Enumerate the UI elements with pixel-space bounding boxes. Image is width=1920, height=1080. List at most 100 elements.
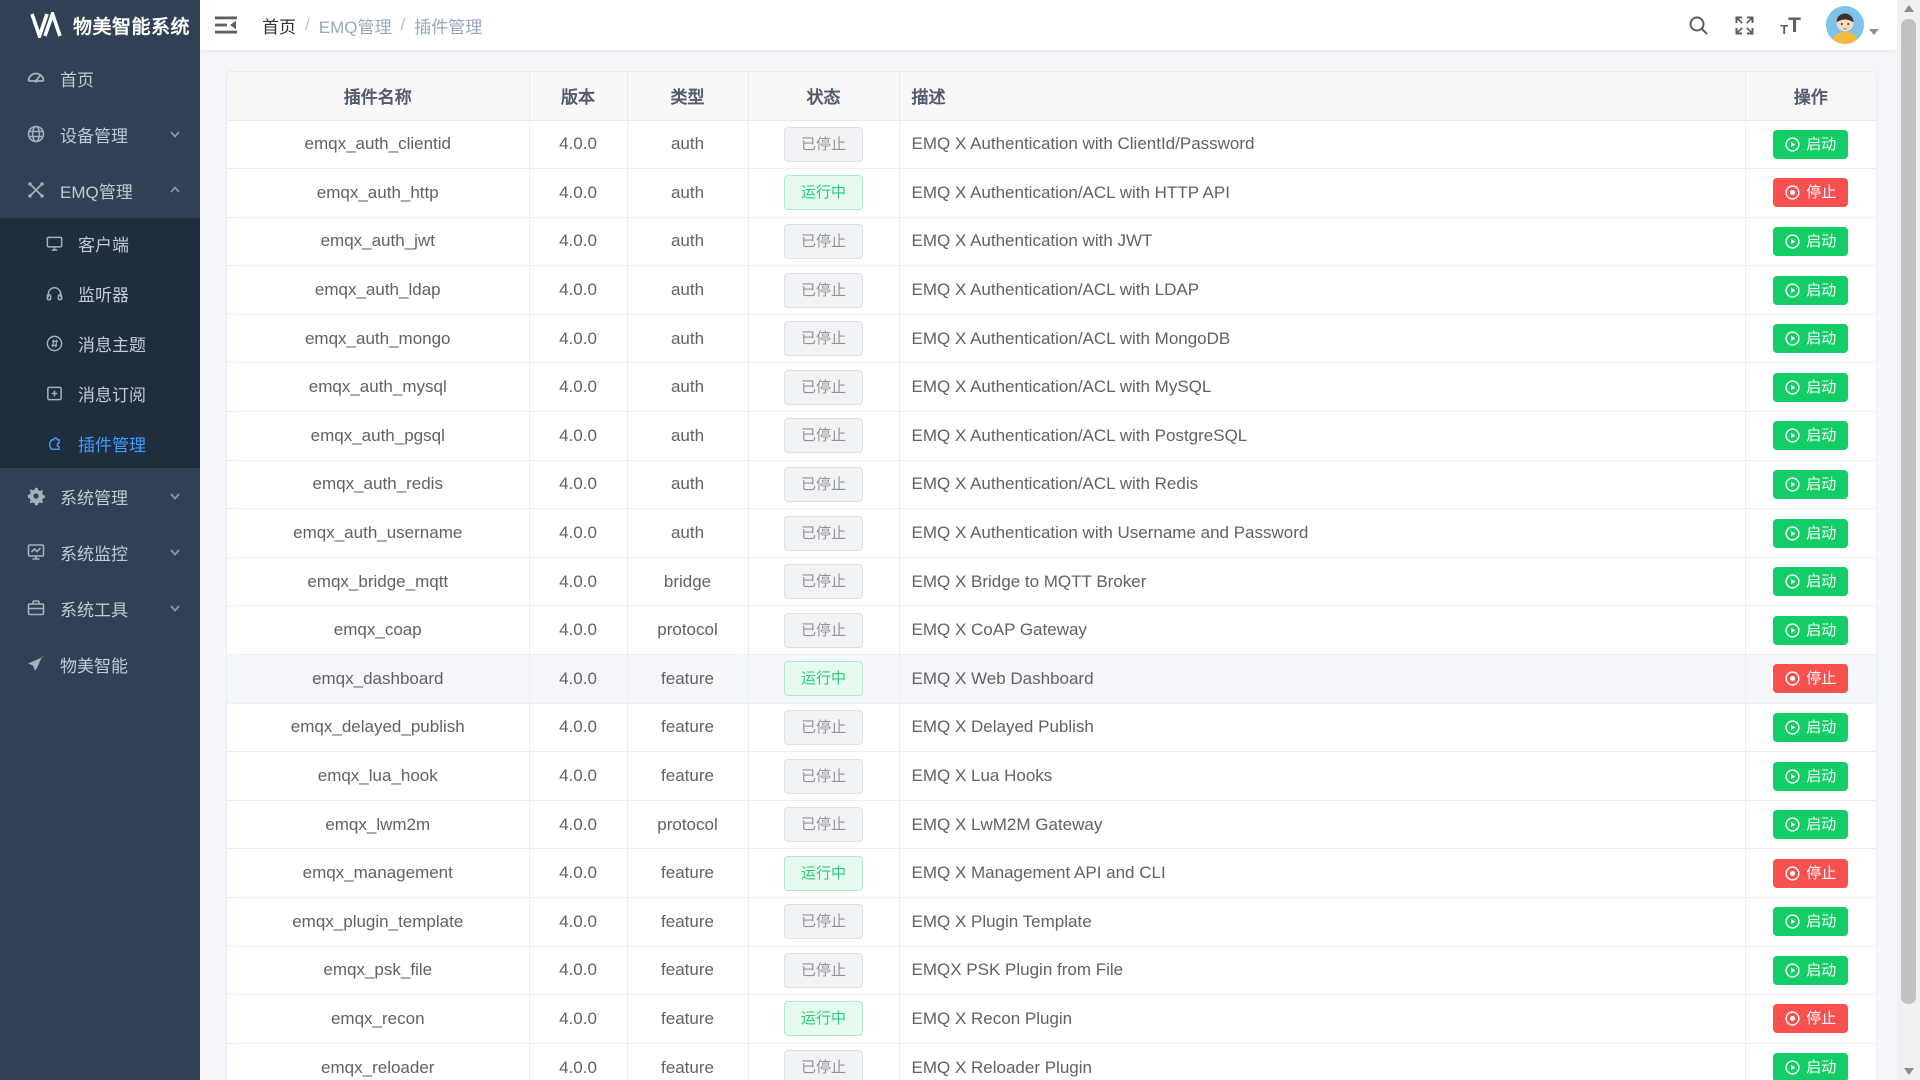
version-cell: 4.0.0 bbox=[529, 800, 627, 849]
version-cell: 4.0.0 bbox=[529, 557, 627, 606]
sidebar-item-label: 插件管理 bbox=[78, 431, 146, 456]
toggle-plugin-button[interactable]: 启动 bbox=[1773, 1053, 1848, 1080]
operation-cell: 启动 bbox=[1745, 703, 1876, 752]
breadcrumb-separator: / bbox=[400, 15, 405, 35]
table-row: emqx_auth_clientid 4.0.0 auth 已停止 EMQ X … bbox=[227, 120, 1876, 169]
type-cell: feature bbox=[627, 1043, 748, 1080]
type-cell: auth bbox=[627, 509, 748, 558]
toggle-plugin-button[interactable]: 启动 bbox=[1773, 519, 1848, 548]
sidebar-item-topics[interactable]: 消息主题 bbox=[0, 318, 200, 368]
table-row: emqx_auth_http 4.0.0 auth 运行中 EMQ X Auth… bbox=[227, 169, 1876, 218]
sidebar-item-subscriptions[interactable]: 消息订阅 bbox=[0, 368, 200, 418]
toggle-plugin-button[interactable]: 停止 bbox=[1773, 178, 1848, 207]
version-cell: 4.0.0 bbox=[529, 946, 627, 995]
sidebar-item-system-monitor[interactable]: 系统监控 bbox=[0, 524, 200, 580]
version-cell: 4.0.0 bbox=[529, 849, 627, 898]
description-cell: EMQ X LwM2M Gateway bbox=[899, 800, 1745, 849]
status-cell: 运行中 bbox=[748, 849, 899, 898]
toggle-plugin-button[interactable]: 停止 bbox=[1773, 859, 1848, 888]
scrollbar-up-arrow[interactable] bbox=[1897, 0, 1920, 17]
sidebar-item-system-admin[interactable]: 系统管理 bbox=[0, 468, 200, 524]
table-row: emqx_bridge_mqtt 4.0.0 bridge 已停止 EMQ X … bbox=[227, 557, 1876, 606]
type-cell: auth bbox=[627, 363, 748, 412]
play-circle-icon bbox=[1785, 331, 1800, 346]
type-cell: protocol bbox=[627, 606, 748, 655]
scrollbar-thumb[interactable] bbox=[1901, 19, 1916, 1004]
toggle-plugin-button[interactable]: 停止 bbox=[1773, 1004, 1848, 1033]
page-content: 插件名称 版本 类型 状态 描述 操作 emqx_auth_clientid 4… bbox=[200, 50, 1897, 1080]
breadcrumb-plugins: 插件管理 bbox=[414, 13, 482, 38]
toggle-plugin-label: 启动 bbox=[1806, 623, 1836, 638]
status-badge: 已停止 bbox=[784, 467, 863, 502]
toggle-plugin-button[interactable]: 启动 bbox=[1773, 616, 1848, 645]
play-circle-icon bbox=[1785, 380, 1800, 395]
breadcrumb-home[interactable]: 首页 bbox=[262, 13, 296, 38]
toggle-plugin-button[interactable]: 启动 bbox=[1773, 373, 1848, 402]
sidebar-item-system-tools[interactable]: 系统工具 bbox=[0, 580, 200, 636]
headset-icon bbox=[45, 284, 64, 303]
sidebar-fold-icon[interactable] bbox=[214, 15, 238, 35]
plugin-name-cell: emqx_management bbox=[227, 849, 529, 898]
sidebar-item-emq[interactable]: EMQ管理 bbox=[0, 162, 200, 218]
table-row: emqx_lwm2m 4.0.0 protocol 已停止 EMQ X LwM2… bbox=[227, 800, 1876, 849]
avatar[interactable] bbox=[1826, 6, 1864, 44]
table-row: emqx_lua_hook 4.0.0 feature 已停止 EMQ X Lu… bbox=[227, 752, 1876, 801]
font-size-icon[interactable]: TT bbox=[1780, 15, 1801, 36]
operation-cell: 停止 bbox=[1745, 849, 1876, 898]
column-header-name: 插件名称 bbox=[227, 72, 529, 120]
description-cell: EMQ X Management API and CLI bbox=[899, 849, 1745, 898]
sidebar-item-wumei[interactable]: 物美智能 bbox=[0, 636, 200, 692]
plugin-name-cell: emqx_auth_http bbox=[227, 169, 529, 218]
operation-cell: 启动 bbox=[1745, 752, 1876, 801]
sidebar-item-label: 消息主题 bbox=[78, 331, 146, 356]
status-badge: 已停止 bbox=[784, 1050, 863, 1080]
chevron-up-icon bbox=[168, 183, 182, 197]
table-row: emqx_psk_file 4.0.0 feature 已停止 EMQX PSK… bbox=[227, 946, 1876, 995]
table-row: emqx_auth_jwt 4.0.0 auth 已停止 EMQ X Authe… bbox=[227, 217, 1876, 266]
sidebar-item-label: 消息订阅 bbox=[78, 381, 146, 406]
table-row: emqx_auth_mysql 4.0.0 auth 已停止 EMQ X Aut… bbox=[227, 363, 1876, 412]
status-cell: 已停止 bbox=[748, 266, 899, 315]
toggle-plugin-button[interactable]: 启动 bbox=[1773, 130, 1848, 159]
version-cell: 4.0.0 bbox=[529, 752, 627, 801]
version-cell: 4.0.0 bbox=[529, 412, 627, 461]
plugin-name-cell: emqx_lua_hook bbox=[227, 752, 529, 801]
breadcrumb-emq[interactable]: EMQ管理 bbox=[319, 13, 392, 38]
toggle-plugin-button[interactable]: 启动 bbox=[1773, 227, 1848, 256]
search-icon[interactable] bbox=[1688, 15, 1709, 36]
sidebar-item-clients[interactable]: 客户端 bbox=[0, 218, 200, 268]
column-header-operation: 操作 bbox=[1745, 72, 1876, 120]
toggle-plugin-button[interactable]: 启动 bbox=[1773, 276, 1848, 305]
toggle-plugin-button[interactable]: 启动 bbox=[1773, 907, 1848, 936]
status-cell: 已停止 bbox=[748, 898, 899, 947]
user-menu[interactable] bbox=[1826, 6, 1879, 44]
toggle-plugin-button[interactable]: 启动 bbox=[1773, 956, 1848, 985]
toggle-plugin-button[interactable]: 启动 bbox=[1773, 421, 1848, 450]
sidebar-item-home[interactable]: 首页 bbox=[0, 50, 200, 106]
toggle-plugin-button[interactable]: 启动 bbox=[1773, 567, 1848, 596]
sidebar-item-listeners[interactable]: 监听器 bbox=[0, 268, 200, 318]
toggle-plugin-button[interactable]: 启动 bbox=[1773, 762, 1848, 791]
scrollbar-down-arrow[interactable] bbox=[1897, 1063, 1920, 1080]
fullscreen-icon[interactable] bbox=[1734, 15, 1755, 36]
description-cell: EMQ X Recon Plugin bbox=[899, 995, 1745, 1044]
status-cell: 已停止 bbox=[748, 946, 899, 995]
sidebar-item-plugins[interactable]: 插件管理 bbox=[0, 418, 200, 468]
toggle-plugin-button[interactable]: 启动 bbox=[1773, 810, 1848, 839]
version-cell: 4.0.0 bbox=[529, 363, 627, 412]
toggle-plugin-button[interactable]: 启动 bbox=[1773, 713, 1848, 742]
toggle-plugin-button[interactable]: 停止 bbox=[1773, 664, 1848, 693]
stop-circle-icon bbox=[1785, 866, 1800, 881]
toggle-plugin-button[interactable]: 启动 bbox=[1773, 470, 1848, 499]
version-cell: 4.0.0 bbox=[529, 898, 627, 947]
sidebar-item-devices[interactable]: 设备管理 bbox=[0, 106, 200, 162]
table-row: emqx_delayed_publish 4.0.0 feature 已停止 E… bbox=[227, 703, 1876, 752]
status-cell: 已停止 bbox=[748, 314, 899, 363]
toggle-plugin-button[interactable]: 启动 bbox=[1773, 324, 1848, 353]
toggle-plugin-label: 启动 bbox=[1806, 428, 1836, 443]
status-cell: 运行中 bbox=[748, 995, 899, 1044]
plugin-name-cell: emqx_auth_ldap bbox=[227, 266, 529, 315]
status-badge: 已停止 bbox=[784, 613, 863, 648]
type-cell: auth bbox=[627, 460, 748, 509]
toggle-plugin-label: 启动 bbox=[1806, 477, 1836, 492]
